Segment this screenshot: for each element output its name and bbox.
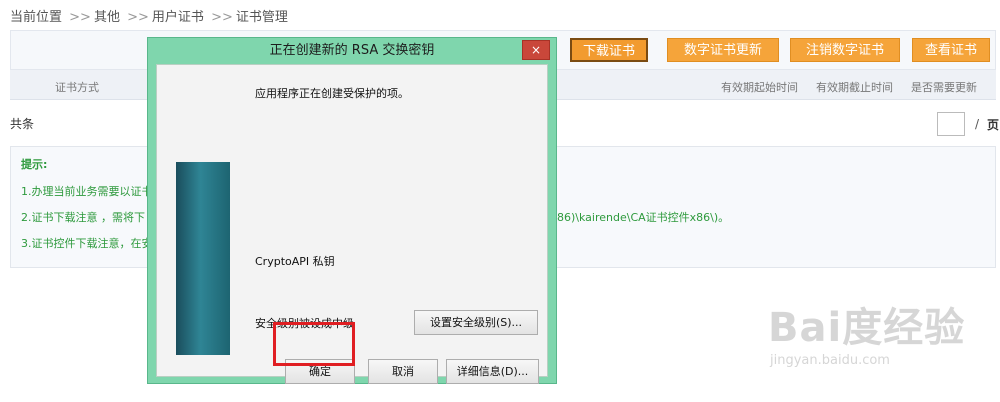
breadcrumb-separator: >> (127, 10, 149, 25)
column-header-cert-method: 证书方式 (55, 81, 99, 94)
ok-button-highlight (273, 322, 355, 366)
dialog-side-image (176, 162, 230, 355)
close-icon[interactable]: × (522, 40, 550, 60)
dialog-title: 正在创建新的 RSA 交换密钥 (269, 43, 435, 58)
tip-line-tail: 86)\kairende\CA证书控件x86\)。 (557, 211, 730, 224)
column-header-valid-to: 有效期截止时间 (816, 81, 893, 94)
key-name-label: CryptoAPI 私钥 (255, 255, 335, 268)
pager-separator: / (975, 117, 980, 131)
tips-title: 提示: (21, 158, 48, 171)
details-button[interactable]: 详细信息(D)... (446, 359, 539, 384)
view-cert-button[interactable]: 查看证书 (912, 38, 990, 62)
breadcrumb-item-user-cert[interactable]: 用户证书 (152, 10, 204, 25)
breadcrumb: 当前位置 >> 其他 >> 用户证书 >> 证书管理 (10, 6, 288, 25)
tip-line: 3.证书控件下载注意，在安 (21, 237, 153, 250)
breadcrumb-item-other[interactable]: 其他 (94, 10, 120, 25)
download-cert-button[interactable]: 下载证书 (570, 38, 648, 62)
tip-line: 1.办理当前业务需要以证书 (21, 185, 153, 198)
record-count: 共条 (10, 117, 35, 131)
breadcrumb-item-cert-manage[interactable]: 证书管理 (236, 10, 288, 25)
dialog-message: 应用程序正在创建受保护的项。 (255, 87, 409, 100)
breadcrumb-item-current: 当前位置 (10, 10, 63, 25)
pager-label: 页 (987, 118, 1000, 132)
revoke-cert-button[interactable]: 注销数字证书 (790, 38, 900, 62)
cancel-button[interactable]: 取消 (368, 359, 438, 384)
update-cert-button[interactable]: 数字证书更新 (667, 38, 779, 62)
column-header-needs-update: 是否需要更新 (911, 81, 977, 94)
breadcrumb-separator: >> (69, 10, 91, 25)
tip-line: 2.证书下载注意 ，需将下 (21, 211, 145, 224)
watermark-url: jingyan.baidu.com (770, 353, 890, 368)
breadcrumb-separator: >> (211, 10, 233, 25)
column-header-valid-from: 有效期起始时间 (721, 81, 798, 94)
baidu-watermark: Bai度经验 jingyan.baidu.com (768, 295, 965, 368)
page-input[interactable] (937, 112, 965, 136)
watermark-logo: Bai度经验 (768, 305, 966, 351)
set-security-level-button[interactable]: 设置安全级别(S)... (414, 310, 538, 335)
